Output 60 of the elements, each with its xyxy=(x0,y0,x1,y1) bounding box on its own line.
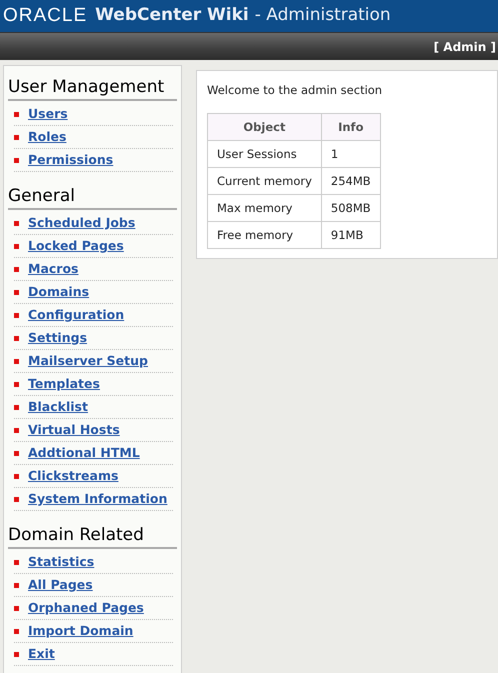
sidebar-link[interactable]: Locked Pages xyxy=(28,236,124,256)
sidebar-link[interactable]: Domains xyxy=(28,282,90,302)
table-cell: 254MB xyxy=(321,168,380,195)
bullet-icon xyxy=(14,336,19,340)
page-title: - Administration xyxy=(254,4,391,28)
sidebar-link[interactable]: Macros xyxy=(28,260,78,278)
sidebar-link[interactable]: Settings xyxy=(28,328,88,348)
sidebar-link[interactable]: Users xyxy=(28,104,68,124)
bullet-icon xyxy=(14,112,19,116)
bullet-icon xyxy=(14,496,19,502)
sidebar-link[interactable]: Scheduled Jobs xyxy=(28,214,136,232)
section-heading: Domain Related xyxy=(8,524,177,549)
column-header: Object xyxy=(208,114,322,141)
bullet-icon xyxy=(14,134,19,140)
bullet-icon xyxy=(14,358,19,364)
welcome-text: Welcome to the admin section xyxy=(207,82,384,99)
bullet-icon xyxy=(14,428,19,432)
bullet-icon xyxy=(14,244,19,248)
sidebar-link[interactable]: Virtual Hosts xyxy=(28,420,120,440)
bullet-icon xyxy=(14,652,19,656)
bullet-icon xyxy=(14,158,19,162)
bullet-icon xyxy=(14,266,19,272)
bullet-icon xyxy=(14,312,19,318)
section-heading: General xyxy=(8,185,177,210)
sidebar-link[interactable]: Configuration xyxy=(28,306,124,324)
app-title: WebCenter Wiki xyxy=(95,4,249,28)
table-cell: 508MB xyxy=(321,194,380,222)
table-cell: User Sessions xyxy=(208,140,322,168)
bullet-icon xyxy=(14,382,19,386)
admin-link[interactable]: [ Admin ] xyxy=(434,38,496,56)
sidebar-link[interactable]: Clickstreams xyxy=(28,466,118,486)
bullet-icon xyxy=(14,606,19,610)
sidebar-link[interactable]: Templates xyxy=(28,374,100,394)
sidebar-link[interactable]: Orphaned Pages xyxy=(28,598,144,618)
sidebar-link[interactable]: Mailserver Setup xyxy=(28,352,148,370)
bullet-icon xyxy=(14,560,19,564)
table-cell: Current memory xyxy=(208,168,322,195)
sidebar-link[interactable]: All Pages xyxy=(28,576,93,594)
bullet-icon xyxy=(14,628,19,634)
sidebar-link[interactable]: Addtional HTML xyxy=(28,444,140,462)
bullet-icon xyxy=(14,404,19,410)
table-cell: Max memory xyxy=(208,194,322,222)
table-cell: 1 xyxy=(321,140,380,168)
column-header: Info xyxy=(321,114,380,141)
bullet-icon xyxy=(14,474,19,478)
section-heading: User Management xyxy=(8,76,177,101)
sidebar-link[interactable]: Roles xyxy=(28,128,66,146)
bullet-icon xyxy=(14,450,19,456)
bullet-icon xyxy=(14,290,19,294)
sidebar-link[interactable]: Exit xyxy=(28,644,55,664)
sidebar-link[interactable]: Statistics xyxy=(28,552,94,572)
sidebar-link[interactable]: Import Domain xyxy=(28,622,134,640)
logo: ORACLE xyxy=(3,4,88,28)
sidebar-link[interactable]: Permissions xyxy=(28,150,114,170)
bullet-icon xyxy=(14,220,19,226)
sidebar-link[interactable]: System Information xyxy=(28,490,168,508)
sidebar-link[interactable]: Blacklist xyxy=(28,398,88,416)
table-cell: 91MB xyxy=(321,222,380,249)
bullet-icon xyxy=(14,582,19,588)
table-cell: Free memory xyxy=(208,222,322,249)
